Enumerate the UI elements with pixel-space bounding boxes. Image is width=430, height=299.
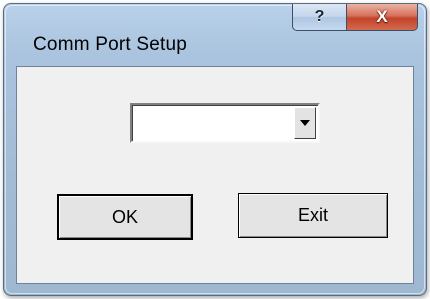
dialog-client-area: OK Exit: [16, 66, 414, 284]
close-button[interactable]: X: [346, 4, 418, 31]
port-select[interactable]: [130, 103, 320, 143]
chevron-down-icon: [300, 120, 310, 126]
window-title: Comm Port Setup: [33, 34, 187, 55]
help-button[interactable]: ?: [292, 4, 346, 31]
help-icon: ?: [314, 8, 325, 25]
exit-button[interactable]: Exit: [238, 193, 388, 238]
close-icon: X: [376, 7, 388, 26]
dialog-window: Comm Port Setup ? X OK Exit: [3, 3, 427, 296]
title-bar[interactable]: Comm Port Setup ? X: [4, 4, 426, 66]
ok-button[interactable]: OK: [57, 194, 193, 240]
port-select-dropdown-button[interactable]: [294, 107, 316, 139]
title-bar-buttons: ? X: [292, 4, 418, 31]
